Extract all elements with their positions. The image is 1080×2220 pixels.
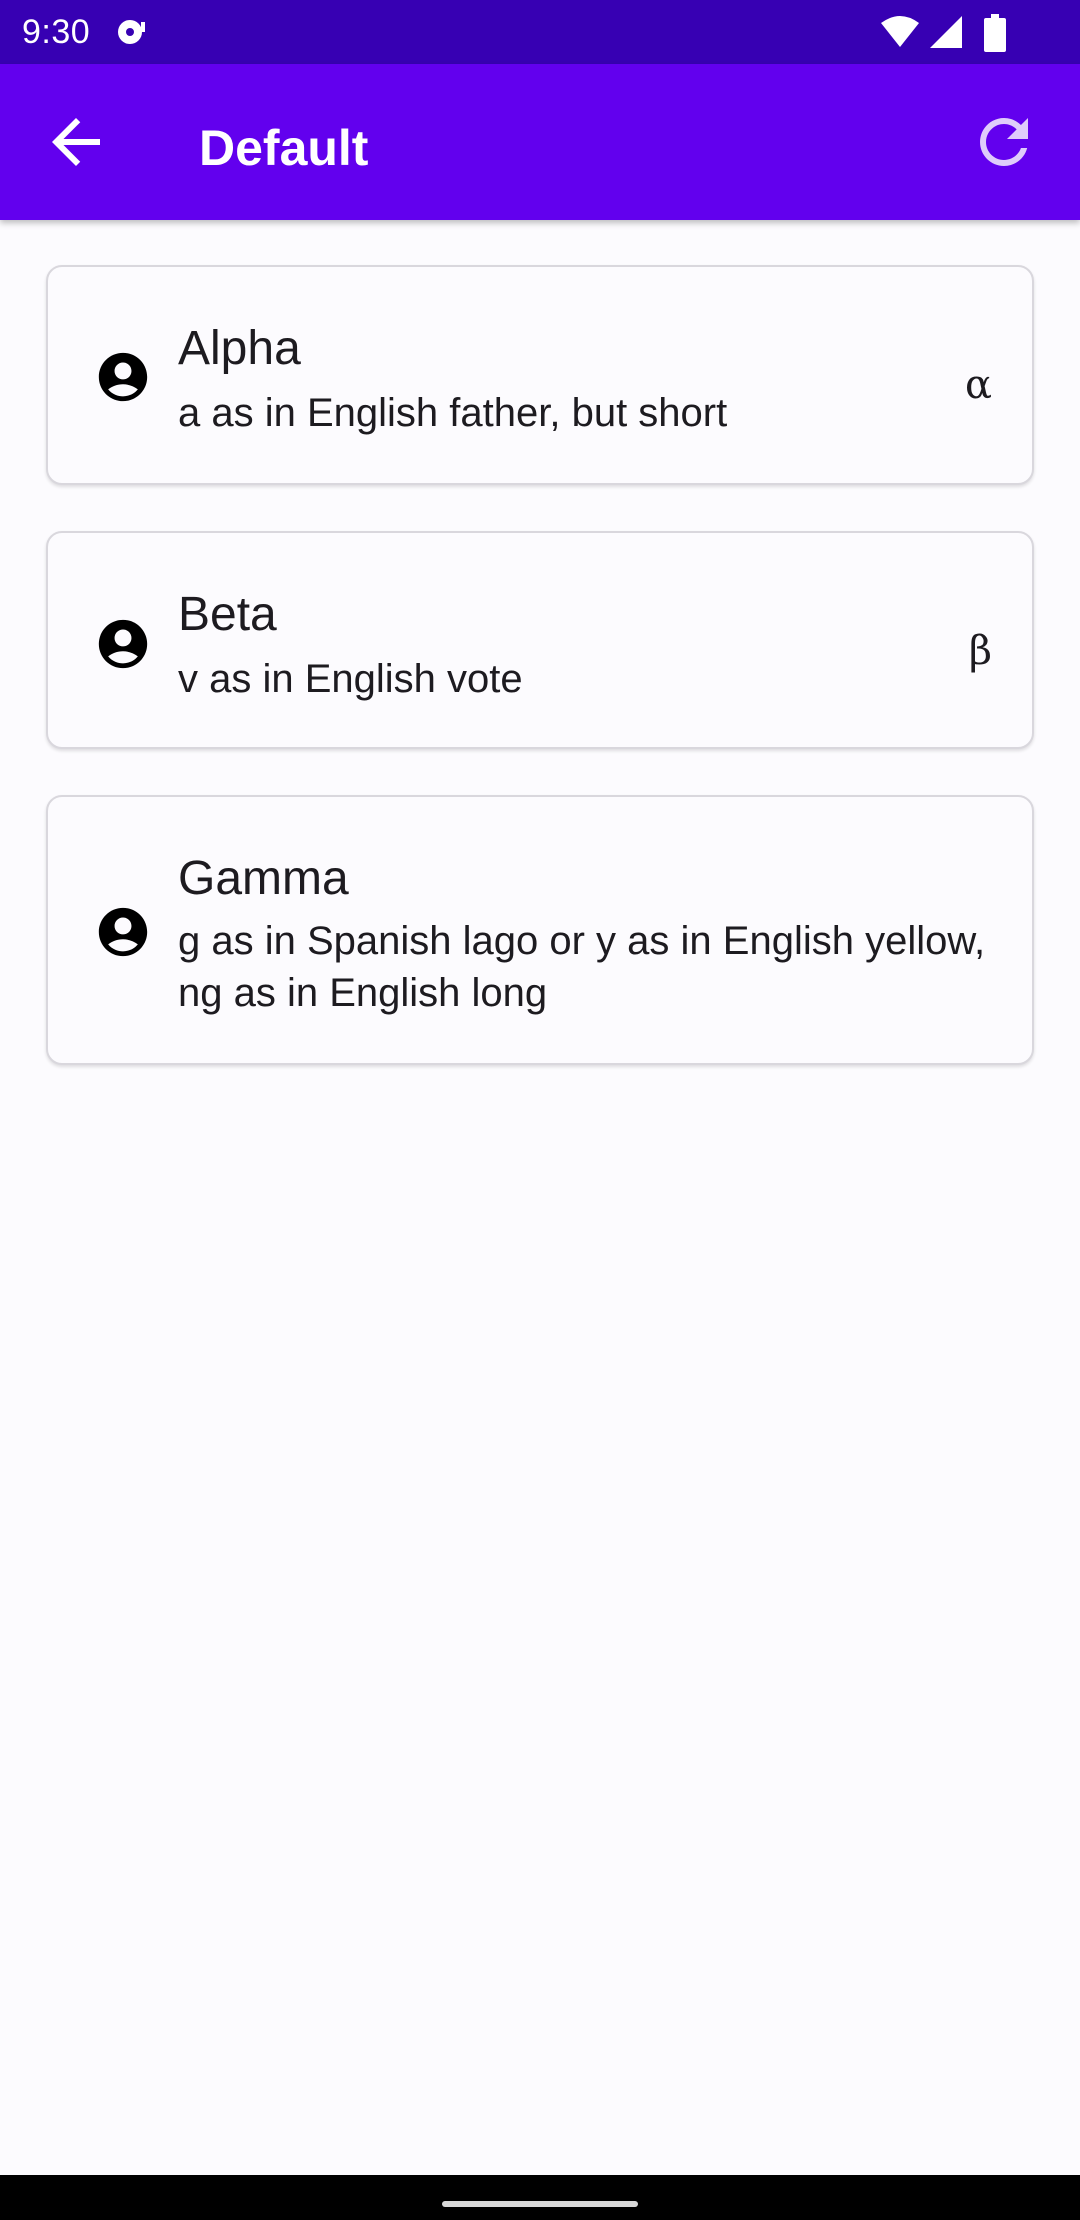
item-title: Gamma xyxy=(178,852,349,905)
item-subtitle: v as in English vote xyxy=(178,657,523,701)
battery-icon xyxy=(984,14,1006,52)
item-subtitle: g as in Spanish lago or y as in English … xyxy=(178,919,986,1015)
list-item[interactable]: Beta v as in English vote β xyxy=(46,531,1034,749)
item-subtitle: a as in English father, but short xyxy=(178,391,728,435)
item-symbol: β xyxy=(968,628,992,674)
signal-icon xyxy=(928,14,964,50)
item-title: Beta xyxy=(178,588,277,641)
list-item[interactable]: Gamma g as in Spanish lago or y as in En… xyxy=(46,795,1034,1065)
status-time: 9:30 xyxy=(22,13,91,51)
notification-icon xyxy=(115,16,147,48)
account-circle-icon xyxy=(94,348,152,406)
home-indicator[interactable] xyxy=(442,2201,638,2207)
back-button[interactable] xyxy=(40,106,112,178)
account-circle-icon xyxy=(94,615,152,673)
item-symbol: α xyxy=(964,362,992,408)
list-item[interactable]: Alpha a as in English father, but short … xyxy=(46,265,1034,485)
item-title: Alpha xyxy=(178,322,301,375)
page-title: Default xyxy=(199,120,369,176)
app-bar: Default xyxy=(0,64,1080,220)
refresh-icon xyxy=(980,118,1028,166)
letter-list: Alpha a as in English father, but short … xyxy=(46,265,1034,1111)
wifi-icon xyxy=(880,15,920,49)
system-nav-bar xyxy=(0,2175,1080,2220)
refresh-button[interactable] xyxy=(968,106,1040,178)
account-circle-icon xyxy=(94,903,152,961)
arrow-back-icon xyxy=(52,118,100,166)
status-bar: 9:30 xyxy=(0,0,1080,64)
